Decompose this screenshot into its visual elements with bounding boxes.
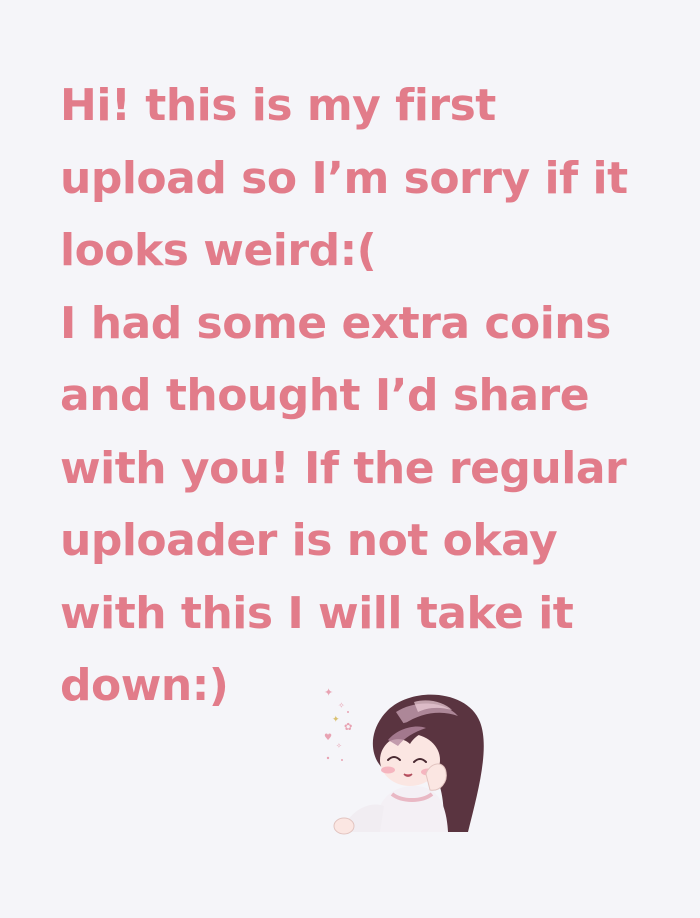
svg-text:✦: ✦: [332, 715, 340, 725]
message-text: Hi! this is my first upload so I’m sorry…: [60, 70, 680, 723]
svg-text:✧: ✧: [338, 701, 345, 710]
message-line-3: looks weird:(: [60, 225, 377, 276]
message-line-1: Hi! this is my first: [60, 80, 496, 131]
message-line-4: I had some extra coins: [60, 297, 611, 349]
page-background: Hi! this is my first upload so I’m sorry…: [0, 0, 700, 918]
svg-text:✿: ✿: [344, 722, 352, 733]
sparkles-icon: ✦ ✧ ✦ ✿ ♥ ✧: [324, 686, 352, 761]
message-line-2: upload so I’m sorry if it: [60, 152, 628, 204]
message-line-7: uploader is not okay: [60, 515, 558, 566]
svg-text:♥: ♥: [324, 733, 332, 743]
chibi-girl-sticker: ✦ ✧ ✦ ✿ ♥ ✧: [324, 686, 484, 835]
svg-text:✦: ✦: [324, 686, 333, 699]
message-line-5: and thought I’d share: [60, 370, 590, 421]
message-line-6: with you! If the regular: [60, 442, 627, 494]
message-line-8: with this I will take it: [60, 587, 574, 639]
svg-text:✧: ✧: [336, 742, 342, 750]
body-shape: [375, 786, 448, 832]
